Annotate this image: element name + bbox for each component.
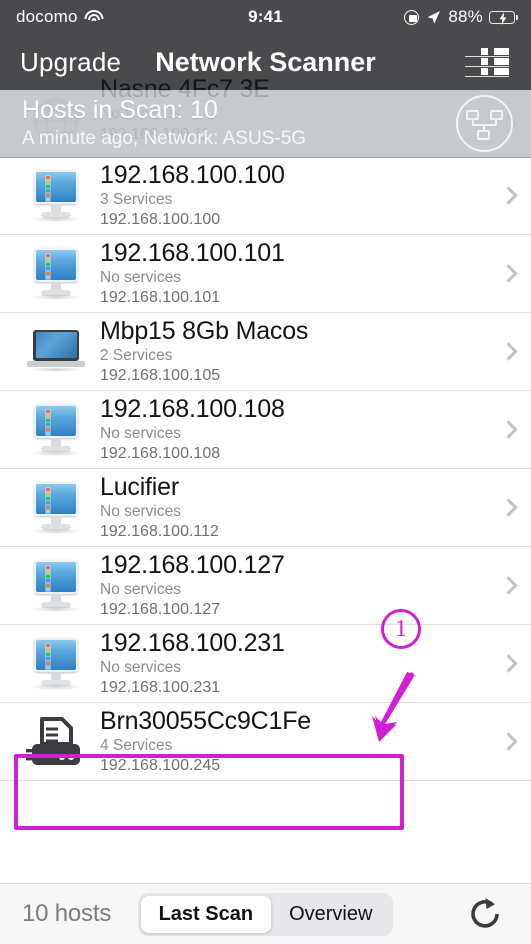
hosts-count-label: 10 hosts xyxy=(22,900,112,927)
upgrade-button[interactable]: Upgrade xyxy=(20,47,121,78)
list-item-texts: Mbp15 8Gb Macos 2 Services 192.168.100.105 xyxy=(96,316,485,386)
monitor-icon xyxy=(28,247,84,300)
chevron-right-icon[interactable] xyxy=(485,576,531,595)
list-item-icon xyxy=(16,169,96,222)
chevron-right-icon[interactable] xyxy=(485,186,531,205)
rotation-lock-icon xyxy=(404,9,420,25)
status-bar-right: 88% xyxy=(404,7,518,27)
list-item-services: 4 Services xyxy=(100,736,173,754)
list-item-services: 3 Services xyxy=(100,190,173,208)
list-item-name: 192.168.100.127 xyxy=(100,550,285,579)
host-rows-container: 192.168.100.100 3 Services 192.168.100.100… xyxy=(0,157,531,781)
list-item-services: 2 Services xyxy=(100,346,173,364)
chevron-right-icon[interactable] xyxy=(485,342,531,361)
list-item-name: Brn30055Cc9C1Fe xyxy=(100,706,312,735)
list-item-name: 192.168.100.101 xyxy=(100,238,285,267)
scan-summary-overlay[interactable]: Hosts in Scan: 10 A minute ago, Network:… xyxy=(0,90,531,158)
list-item-services: No services xyxy=(100,424,181,442)
monitor-icon xyxy=(28,481,84,534)
chevron-right-icon[interactable] xyxy=(485,654,531,673)
list-item-texts: 192.168.100.231 No services 192.168.100.23… xyxy=(96,628,485,698)
list-item-name: 192.168.100.108 xyxy=(100,394,285,423)
annotation-step-badge: 1 xyxy=(381,609,421,649)
list-item-ip: 192.168.100.100 xyxy=(100,211,221,229)
list-item-icon xyxy=(16,637,96,690)
monitor-icon xyxy=(28,169,84,222)
list-item-icon xyxy=(16,481,96,534)
list-item[interactable]: 192.168.100.101 No services 192.168.100.10… xyxy=(0,235,531,313)
list-item-ip: 192.168.100.127 xyxy=(100,601,221,619)
status-bar-left: docomo xyxy=(16,7,104,27)
printer-icon xyxy=(26,715,86,769)
list-item-icon xyxy=(16,328,96,376)
segment-last-scan[interactable]: Last Scan xyxy=(140,895,272,933)
hosts-in-scan-label: Hosts in Scan: 10 xyxy=(22,95,218,124)
battery-percent-label: 88% xyxy=(448,7,483,26)
chevron-right-icon[interactable] xyxy=(485,498,531,517)
bottom-toolbar: 10 hosts Last Scan Overview xyxy=(0,883,531,944)
monitor-icon xyxy=(28,559,84,612)
chevron-right-icon[interactable] xyxy=(485,732,531,751)
list-item[interactable]: 192.168.100.108 No services 192.168.100.10… xyxy=(0,391,531,469)
list-item-ip: 192.168.100.101 xyxy=(100,289,221,307)
list-item-texts: Lucifier No services 192.168.100.112 xyxy=(96,472,485,542)
list-menu-icon[interactable] xyxy=(465,47,509,77)
list-item-texts: Brn30055Cc9C1Fe 4 Services 192.168.100.245 xyxy=(96,706,485,776)
battery-charging-icon xyxy=(489,10,518,25)
refresh-icon[interactable] xyxy=(465,894,505,934)
list-item-texts: 192.168.100.127 No services 192.168.100.12… xyxy=(96,550,485,620)
location-arrow-icon xyxy=(427,10,441,24)
list-item-ip: 192.168.100.231 xyxy=(100,679,221,697)
list-item-ip: 192.168.100.245 xyxy=(100,757,221,775)
status-bar: docomo 9:41 88% xyxy=(0,0,531,34)
scan-summary-texts: Hosts in Scan: 10 A minute ago, Network:… xyxy=(0,95,456,150)
list-item-texts: 192.168.100.100 3 Services 192.168.100.100 xyxy=(96,160,485,230)
list-item-name: 192.168.100.100 xyxy=(100,160,285,189)
list-item-services: No services xyxy=(100,580,181,598)
network-topology-icon[interactable] xyxy=(456,95,513,152)
list-item-services: No services xyxy=(100,502,181,520)
chevron-right-icon[interactable] xyxy=(485,420,531,439)
list-item[interactable]: Lucifier No services 192.168.100.112 xyxy=(0,469,531,547)
list-item-icon xyxy=(16,403,96,456)
list-item-name: Mbp15 8Gb Macos xyxy=(100,316,309,345)
list-item-icon xyxy=(16,247,96,300)
list-item[interactable]: Brn30055Cc9C1Fe 4 Services 192.168.100.245 xyxy=(0,703,531,781)
list-item-texts: 192.168.100.108 No services 192.168.100.10… xyxy=(96,394,485,464)
monitor-icon xyxy=(28,403,84,456)
list-item[interactable]: 192.168.100.231 No services 192.168.100.23… xyxy=(0,625,531,703)
carrier-label: docomo xyxy=(16,7,78,26)
segment-overview[interactable]: Overview xyxy=(271,896,390,933)
list-item[interactable]: 192.168.100.127 No services 192.168.100.12… xyxy=(0,547,531,625)
wifi-icon xyxy=(84,9,104,25)
scan-meta-label: A minute ago, Network: ASUS-5G xyxy=(22,128,307,150)
network-scanner-app: docomo 9:41 88% Upgrade Network Scanner xyxy=(0,0,531,944)
list-item-services: No services xyxy=(100,268,181,286)
list-item-ip: 192.168.100.112 xyxy=(100,523,219,541)
list-item-ip: 192.168.100.105 xyxy=(100,367,221,385)
list-item-texts: 192.168.100.101 No services 192.168.100.10… xyxy=(96,238,485,308)
list-item-name: 192.168.100.231 xyxy=(100,628,285,657)
list-item-name: Lucifier xyxy=(100,472,179,501)
list-item[interactable]: Mbp15 8Gb Macos 2 Services 192.168.100.105 xyxy=(0,313,531,391)
list-item-ip: 192.168.100.108 xyxy=(100,445,221,463)
laptop-icon xyxy=(27,328,85,376)
list-item-icon xyxy=(16,559,96,612)
list-item-icon xyxy=(16,715,96,769)
view-segmented-control[interactable]: Last Scan Overview xyxy=(137,892,394,936)
chevron-right-icon[interactable] xyxy=(485,264,531,283)
monitor-icon xyxy=(28,637,84,690)
list-item-services: No services xyxy=(100,658,181,676)
host-list[interactable]: Nasne 4Fc7 3E No services 192.168.100.11… xyxy=(0,76,531,883)
list-item[interactable]: 192.168.100.100 3 Services 192.168.100.100 xyxy=(0,157,531,235)
